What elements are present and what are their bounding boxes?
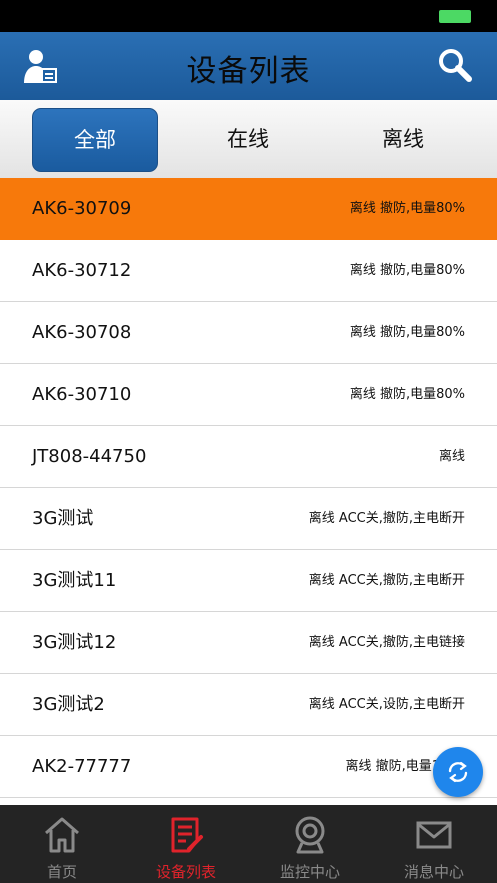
device-status: 离线 撤防,电量80% (349, 387, 465, 402)
device-status: 离线 ACC关,撤防,主电断开 (308, 511, 465, 526)
device-row[interactable]: AK6-30710 离线 撤防,电量80% (0, 364, 497, 426)
device-row[interactable]: AK6-30712 离线 撤防,电量80% (0, 240, 497, 302)
device-name: AK6-30710 (32, 384, 132, 405)
device-name: JT808-44750 (32, 446, 147, 467)
device-status: 离线 ACC关,撤防,主电链接 (308, 635, 465, 650)
device-name: 3G测试11 (32, 570, 117, 591)
device-name: AK6-30708 (32, 322, 132, 343)
device-status: 离线 撤防,电量1 (345, 759, 440, 774)
tab-monitor-center-label: 监控中心 (279, 863, 340, 881)
segment-online[interactable]: 在线 (186, 108, 310, 170)
app-header: 设备列表 (0, 32, 497, 102)
filter-segment: 全部 在线 离线 (0, 100, 497, 178)
mail-icon (416, 821, 452, 849)
device-name: 3G测试2 (32, 694, 105, 715)
tab-home-label: 首页 (46, 863, 77, 881)
segment-offline[interactable]: 离线 (341, 108, 465, 170)
device-status: 离线 (438, 449, 465, 464)
tab-message-center[interactable]: 消息中心 (372, 805, 496, 883)
device-status: 离线 撤防,电量80% (349, 263, 465, 278)
tab-message-center-label: 消息中心 (403, 863, 464, 881)
segment-all[interactable]: 全部 (32, 108, 158, 172)
device-row[interactable]: AK6-30708 离线 撤防,电量80% (0, 302, 497, 364)
device-row[interactable]: 3G测试 离线 ACC关,撤防,主电断开 (0, 488, 497, 550)
device-list-icon (171, 817, 203, 853)
search-icon (439, 49, 472, 82)
page-title: 设备列表 (186, 54, 311, 89)
device-name: 3G测试12 (32, 632, 117, 653)
device-row[interactable]: 3G测试12 离线 ACC关,撤防,主电链接 (0, 612, 497, 674)
device-status: 离线 撤防,电量80% (349, 201, 465, 216)
tab-home[interactable]: 首页 (0, 805, 124, 883)
refresh-button[interactable] (433, 747, 483, 797)
device-row[interactable]: 3G测试11 离线 ACC关,撤防,主电断开 (0, 550, 497, 612)
device-status: 离线 ACC关,撤防,主电断开 (308, 573, 465, 588)
device-row[interactable]: 3G测试2 离线 ACC关,设防,主电断开 (0, 674, 497, 736)
status-bar (0, 0, 497, 32)
device-row[interactable]: AK2-77777 离线 撤防,电量1 (0, 736, 497, 798)
home-icon (45, 817, 79, 853)
tab-device-list[interactable]: 设备列表 (124, 805, 248, 883)
device-status: 离线 ACC关,设防,主电断开 (308, 697, 465, 712)
refresh-icon (448, 761, 468, 783)
device-name: 3G测试 (32, 508, 94, 529)
search-button[interactable] (435, 46, 477, 86)
battery-icon (439, 10, 471, 23)
bottom-tab-bar: 首页 设备列表 监控中心 消息中心 (0, 805, 497, 883)
device-name: AK2-77777 (32, 756, 132, 777)
device-status: 离线 撤防,电量80% (349, 325, 465, 340)
tab-device-list-label: 设备列表 (155, 863, 216, 881)
camera-icon (295, 816, 325, 854)
device-row[interactable]: JT808-44750 离线 (0, 426, 497, 488)
tab-monitor-center[interactable]: 监控中心 (248, 805, 372, 883)
device-name: AK6-30712 (32, 260, 132, 281)
device-row[interactable]: AK6-30709 离线 撤防,电量80% (0, 178, 497, 240)
device-name: AK6-30709 (32, 198, 132, 219)
device-list: AK6-30709 离线 撤防,电量80% AK6-30712 离线 撤防,电量… (0, 178, 497, 805)
